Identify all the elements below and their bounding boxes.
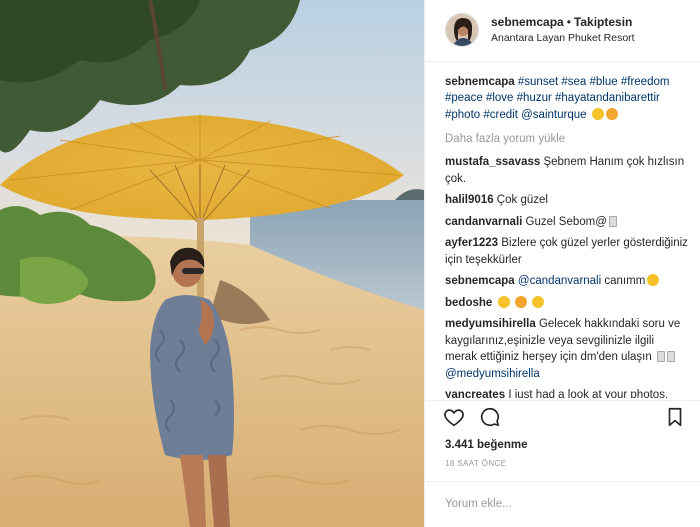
comment-username[interactable]: bedoshe (445, 297, 492, 309)
comment-username[interactable]: medyumsihirella (445, 318, 536, 330)
emoji-icon (497, 295, 510, 308)
header-user-line: sebnemcapa • Takiptesin (491, 14, 635, 30)
hashtag[interactable]: #sunset (518, 76, 558, 88)
hashtag[interactable]: #huzur (517, 92, 552, 104)
hashtag[interactable]: #photo (445, 109, 480, 121)
caption: sebnemcapa #sunset #sea #blue #freedom #… (445, 74, 688, 124)
comment-text: I just had a look at your photos. (508, 389, 669, 399)
comment-mention[interactable]: @medyumsihirella (445, 368, 540, 380)
comment: halil9016 Çok güzel (445, 192, 688, 209)
comment: bedoshe (445, 295, 688, 312)
emoji-icon (531, 295, 544, 308)
comment-bubble-icon[interactable] (477, 404, 503, 430)
hashtag[interactable]: #credit (483, 109, 518, 121)
likes-count[interactable]: 3.441 beğenme (425, 433, 700, 451)
action-bar (425, 400, 700, 433)
caption-mention[interactable]: @sainturque (521, 109, 586, 121)
load-more-comments[interactable]: Daha fazla yorum yükle (445, 133, 688, 145)
header-dot: • (566, 15, 571, 30)
hashtag[interactable]: #sea (561, 76, 586, 88)
comment-username[interactable]: ayfer1223 (445, 237, 498, 249)
comment-input[interactable] (445, 498, 680, 511)
emoji-icon (666, 351, 675, 363)
comment: sebnemcapa @candanvarnali canımm (445, 273, 688, 290)
emoji-icon (605, 107, 618, 120)
emoji-icon (514, 295, 527, 308)
emoji-icon (647, 274, 660, 287)
comment-text: Çok güzel (496, 194, 548, 207)
comment-text: Guzel Sebom@ (525, 215, 607, 228)
beach-umbrella-photo (0, 0, 424, 527)
avatar[interactable] (445, 13, 479, 48)
comment: ayfer1223 Bizlere çok güzel yerler göste… (445, 235, 688, 268)
comment-username[interactable]: mustafa_ssavass (445, 156, 540, 168)
comment-text: canımm (604, 275, 646, 288)
emoji-icon (656, 351, 665, 363)
comment: medyumsihirella Gelecek hakkındaki soru … (445, 316, 688, 382)
unknown-glyph-icon (608, 215, 617, 227)
hashtag[interactable]: #love (486, 92, 514, 104)
post-time[interactable]: 18 SAAT ÖNCE (425, 451, 700, 480)
avatar-image (446, 14, 478, 47)
hashtag[interactable]: #blue (590, 76, 618, 88)
post-side-panel: sebnemcapa • Takiptesin Anantara Layan Phu… (424, 0, 700, 527)
instagram-post-view: sebnemcapa • Takiptesin Anantara Layan Phu… (0, 0, 700, 527)
comment: candanvarnali Guzel Sebom@ (445, 214, 688, 231)
header-text: sebnemcapa • Takiptesin Anantara Layan Phu… (491, 14, 635, 46)
follow-status[interactable]: Takiptesin (574, 15, 632, 29)
post-header: sebnemcapa • Takiptesin Anantara Layan Phu… (425, 0, 700, 62)
comment-username[interactable]: sebnemcapa (445, 275, 515, 287)
hashtag[interactable]: #freedom (621, 76, 670, 88)
header-username[interactable]: sebnemcapa (491, 15, 564, 29)
heart-icon[interactable] (441, 404, 467, 430)
comment-mention[interactable]: @candanvarnali (518, 275, 601, 287)
comment-username[interactable]: candanvarnali (445, 216, 522, 228)
location-link[interactable]: Anantara Layan Phuket Resort (491, 30, 635, 46)
post-photo[interactable] (0, 0, 424, 527)
hashtag[interactable]: #peace (445, 92, 483, 104)
likes-text: 3.441 beğenme (445, 439, 528, 452)
emoji-icon (591, 107, 604, 120)
comments-list: sebnemcapa #sunset #sea #blue #freedom #… (425, 62, 700, 398)
comment: yancreates I just had a look at your pho… (445, 387, 688, 398)
comment-username[interactable]: halil9016 (445, 194, 494, 206)
comment-username[interactable]: yancreates (445, 389, 505, 398)
bookmark-icon[interactable] (662, 404, 688, 430)
add-comment-bar (425, 480, 700, 527)
hashtag[interactable]: #hayatandanibarettir (555, 92, 660, 104)
caption-username[interactable]: sebnemcapa (445, 76, 515, 88)
comment: mustafa_ssavass Şebnem Hanım çok hızlısı… (445, 154, 688, 187)
